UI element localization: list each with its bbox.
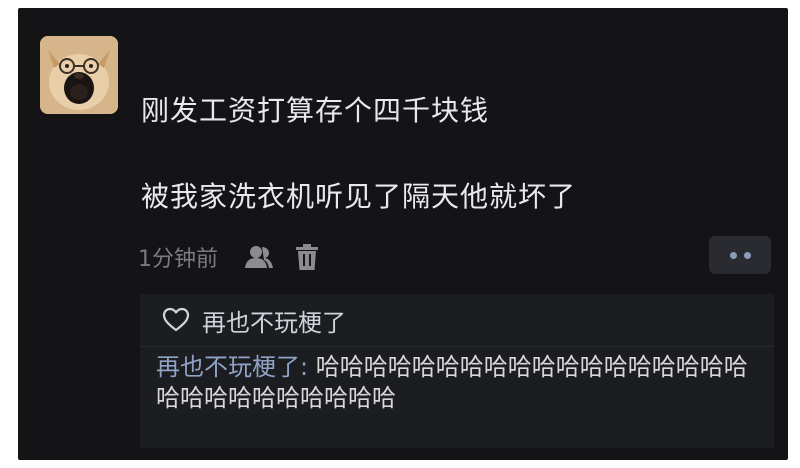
heart-outline-icon[interactable] <box>162 306 190 334</box>
divider <box>140 346 774 347</box>
more-dots-icon <box>729 251 737 259</box>
like-row: 再也不玩梗了 <box>140 294 774 346</box>
reply-comment: 再也不玩梗了: 哈哈哈哈哈哈哈哈哈哈哈哈哈哈哈哈哈哈哈哈哈哈哈哈哈哈哈哈 <box>156 352 770 414</box>
liker-name[interactable]: 再也不玩梗了 <box>202 303 346 338</box>
reply-section: 再也不玩梗了 再也不玩梗了: 哈哈哈哈哈哈哈哈哈哈哈哈哈哈哈哈哈哈哈哈哈哈哈哈哈… <box>140 294 774 448</box>
post-meta: 1分钟前 <box>138 240 340 274</box>
reply-author[interactable]: 再也不玩梗了: <box>156 353 308 381</box>
user-avatar[interactable] <box>40 36 118 114</box>
post-text-line-1: 刚发工资打算存个四千块钱 <box>141 94 490 127</box>
avatar-image <box>40 36 118 114</box>
person-icon[interactable] <box>244 242 274 272</box>
comment-card: 刚发工资打算存个四千块钱 被我家洗衣机听见了隔天他就坏了 1分钟前 再也不玩梗了… <box>18 8 788 460</box>
timestamp: 1分钟前 <box>138 247 218 272</box>
more-options-button[interactable] <box>709 236 771 274</box>
trash-icon[interactable] <box>292 242 322 272</box>
post-text-line-2: 被我家洗衣机听见了隔天他就坏了 <box>141 180 577 213</box>
more-dots-icon <box>743 251 751 259</box>
